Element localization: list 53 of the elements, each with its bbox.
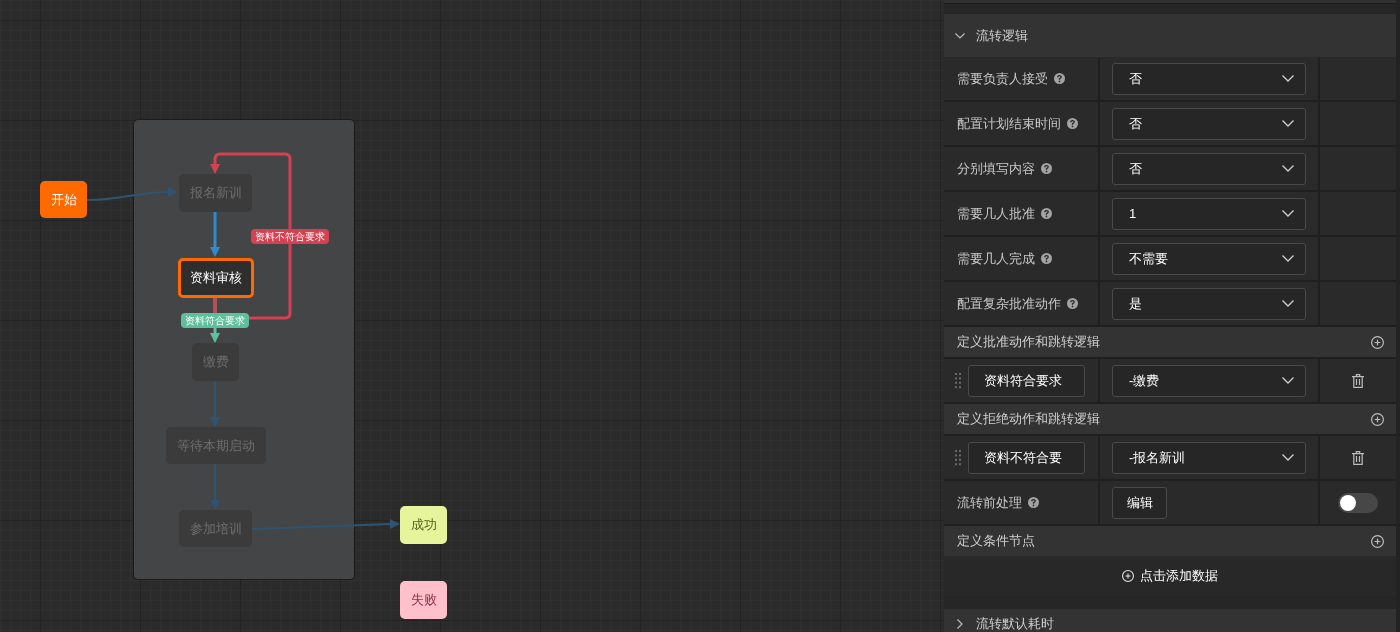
drag-handle-icon[interactable] (955, 372, 961, 389)
setting-label: 需要几人批准 (957, 204, 1035, 223)
section-header[interactable]: 流转逻辑 (944, 14, 1396, 57)
chevron-down-icon (1282, 377, 1294, 384)
dropdown[interactable]: 否 (1112, 152, 1306, 185)
chevron-down-icon (1282, 210, 1294, 217)
plus-circle-icon[interactable] (1122, 570, 1134, 582)
section-header[interactable]: 流转默认耗时 (944, 609, 1396, 632)
dropdown[interactable]: 否 (1112, 62, 1306, 95)
action-name-input[interactable]: 资料不符合要 (968, 441, 1085, 474)
dropdown[interactable]: 1 (1112, 197, 1306, 230)
chevron-down-icon (1282, 75, 1294, 82)
dropdown[interactable]: 否 (1112, 107, 1306, 140)
trash-icon[interactable] (1352, 450, 1364, 465)
help-icon[interactable] (1041, 163, 1052, 174)
end-node[interactable]: 失败 (400, 581, 447, 619)
chevron-down-icon (1282, 165, 1294, 172)
help-icon[interactable] (1054, 73, 1065, 84)
group-title: 定义拒绝动作和跳转逻辑 (957, 410, 1100, 429)
setting-label: 流转前处理 (957, 493, 1022, 512)
group-title: 定义条件节点 (957, 532, 1035, 551)
help-icon[interactable] (1067, 298, 1078, 309)
add-data-button[interactable]: 点击添加数据 (1122, 566, 1218, 586)
help-icon[interactable] (1041, 253, 1052, 264)
plus-circle-icon[interactable] (1371, 412, 1384, 426)
help-icon[interactable] (1028, 497, 1039, 508)
action-name-input[interactable]: 资料符合要求 (968, 364, 1085, 397)
trash-icon[interactable] (1352, 373, 1364, 388)
toggle-switch[interactable] (1338, 492, 1378, 513)
setting-label: 需要负责人接受 (957, 69, 1048, 88)
dropdown[interactable]: 是 (1112, 287, 1306, 320)
plus-circle-icon[interactable] (1371, 534, 1384, 548)
dropdown[interactable]: -缴费 (1112, 364, 1306, 397)
dropdown[interactable]: -报名新训 (1112, 441, 1306, 474)
edit-button[interactable]: 编辑 (1112, 486, 1167, 519)
chevron-down-icon (1282, 300, 1294, 307)
setting-label: 配置计划结束时间 (957, 114, 1061, 133)
edge-label: 资料不符合要求 (251, 229, 329, 244)
help-icon[interactable] (1041, 208, 1052, 219)
edge-label: 资料符合要求 (181, 313, 249, 328)
dropdown[interactable]: 不需要 (1112, 242, 1306, 275)
setting-label: 配置复杂批准动作 (957, 294, 1061, 313)
end-node[interactable]: 成功 (400, 506, 447, 544)
setting-label: 分别填写内容 (957, 159, 1035, 178)
drag-handle-icon[interactable] (955, 449, 961, 466)
setting-label: 需要几人完成 (957, 249, 1035, 268)
plus-circle-icon[interactable] (1371, 335, 1384, 349)
chevron-down-icon (1282, 454, 1294, 461)
chevron-down-icon (1282, 120, 1294, 127)
group-title: 定义批准动作和跳转逻辑 (957, 333, 1100, 352)
help-icon[interactable] (1067, 118, 1078, 129)
step-node[interactable]: 资料审核 (178, 258, 254, 298)
chevron-down-icon (1282, 255, 1294, 262)
